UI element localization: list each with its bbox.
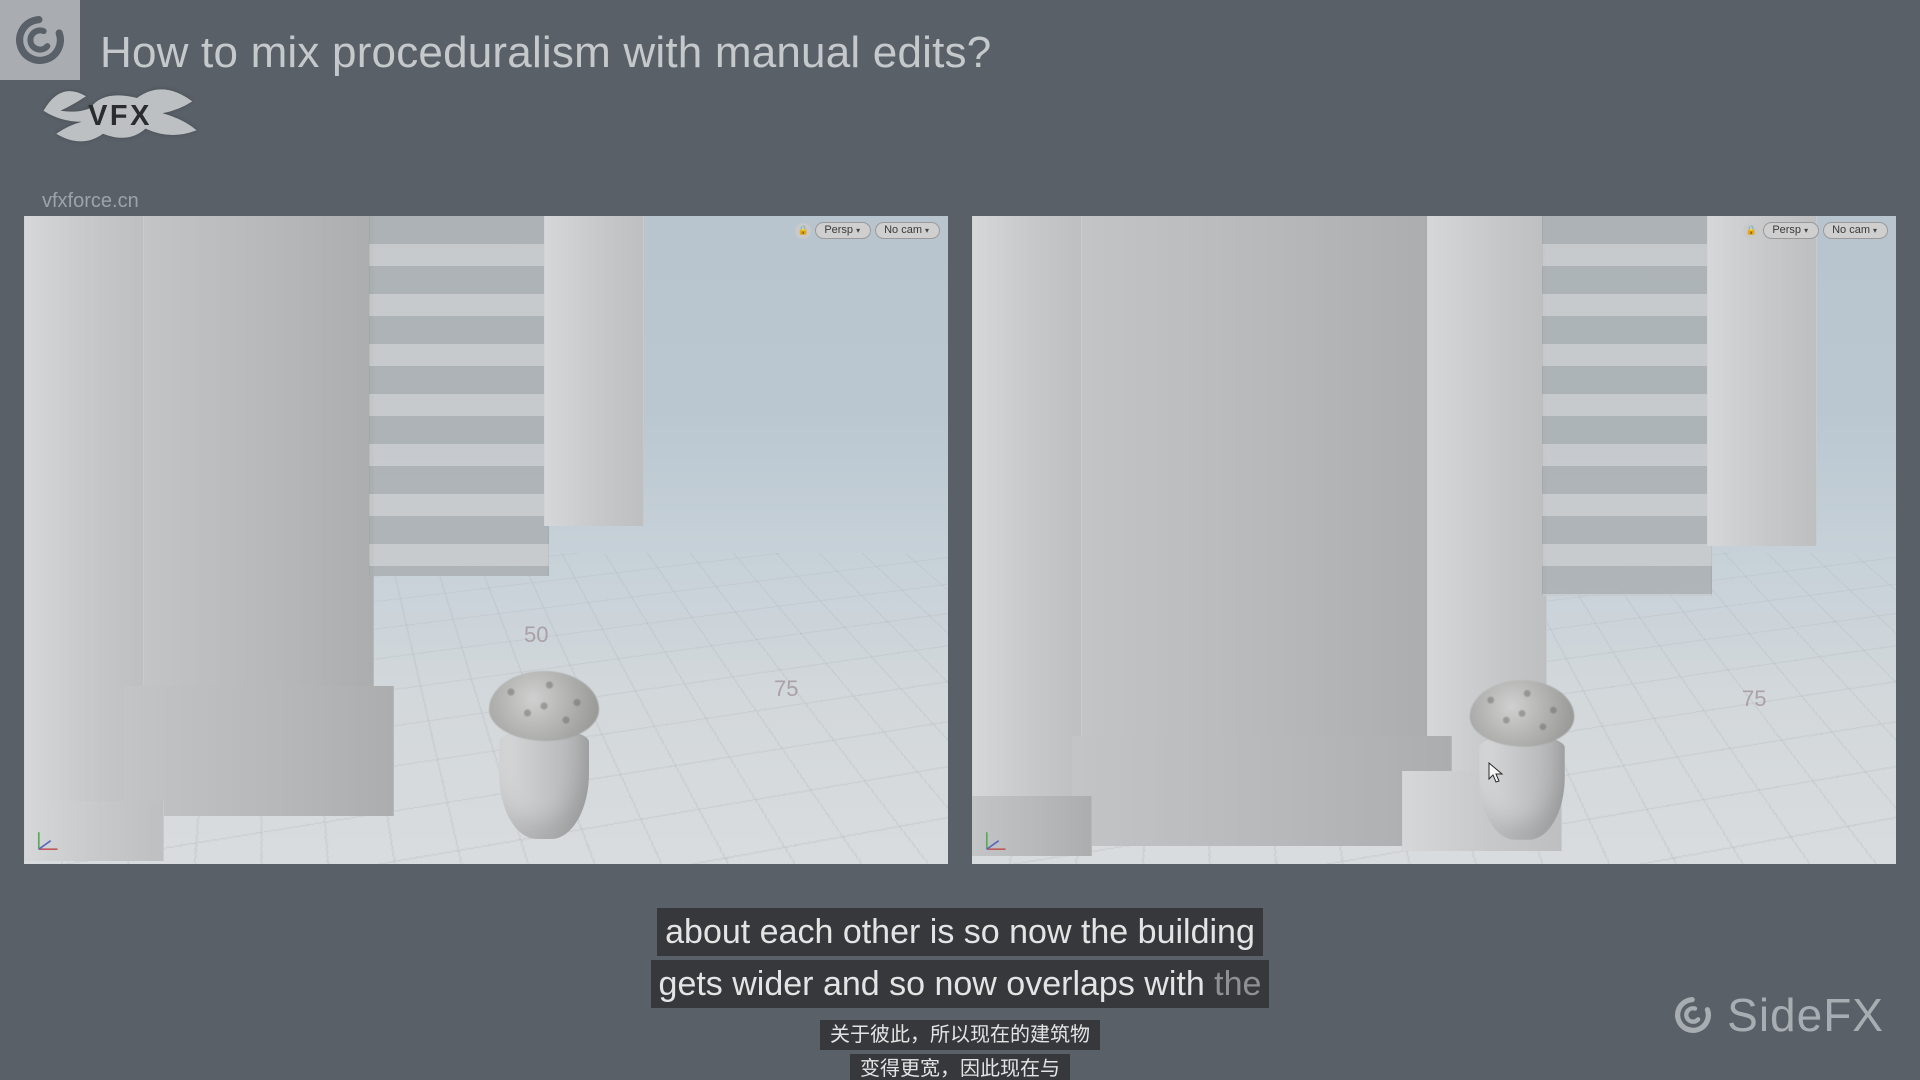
subtitle-line: about each other is so now the building (657, 908, 1263, 956)
foliage-icon (489, 671, 599, 741)
header: How to mix proceduralism with manual edi… (0, 0, 1920, 210)
chevron-down-icon: ▾ (856, 227, 860, 235)
building-windows (369, 216, 549, 576)
planter-pot (1465, 680, 1579, 840)
viewports-row: 🔒 Persp ▾ No cam ▾ 50 75 (24, 216, 1896, 864)
nocam-dropdown[interactable]: No cam ▾ (875, 222, 940, 239)
pot-body (1479, 735, 1565, 840)
grid-label: 75 (774, 676, 798, 702)
site-url: vfxforce.cn (42, 190, 139, 213)
pot-body (499, 729, 589, 839)
chevron-down-icon: ▾ (1873, 227, 1877, 235)
page-title: How to mix proceduralism with manual edi… (100, 28, 991, 78)
houdini-icon (0, 0, 80, 80)
viewport-right[interactable]: 🔒 Persp ▾ No cam ▾ 75 (972, 216, 1896, 864)
subtitle-line: 变得更宽，因此现在与 (850, 1054, 1070, 1080)
nocam-label: No cam (884, 225, 922, 236)
persp-dropdown[interactable]: Persp ▾ (1763, 222, 1819, 239)
svg-text:VFX: VFX (88, 100, 152, 132)
building-column (972, 216, 1082, 856)
building-base (124, 686, 394, 816)
building-windows (1542, 216, 1712, 596)
viewport-right-toolbar: 🔒 Persp ▾ No cam ▾ (1743, 222, 1888, 239)
planter-pot (484, 671, 604, 839)
nocam-dropdown[interactable]: No cam ▾ (1823, 222, 1888, 239)
viewport-left-toolbar: 🔒 Persp ▾ No cam ▾ (795, 222, 940, 239)
subtitle-dim-text: the (1214, 965, 1261, 1003)
vfx-logo: VFX (35, 70, 205, 160)
persp-dropdown[interactable]: Persp ▾ (815, 222, 871, 239)
building-base (1072, 736, 1452, 846)
persp-label: Persp (824, 225, 853, 236)
chevron-down-icon: ▾ (925, 227, 929, 235)
subtitle-english: about each other is so now the building … (0, 908, 1920, 1008)
axis-gizmo-icon (980, 822, 1014, 856)
lock-icon[interactable]: 🔒 (1743, 223, 1759, 239)
grid-label: 75 (1742, 686, 1766, 712)
sidefx-icon (1669, 991, 1717, 1039)
sidefx-watermark: SideFX (1669, 988, 1884, 1042)
subtitle-line: gets wider and so now overlaps with the (651, 960, 1270, 1008)
nocam-label: No cam (1832, 225, 1870, 236)
subtitle-chinese: 关于彼此，所以现在的建筑物 变得更宽，因此现在与 (0, 1020, 1920, 1080)
grid-label: 50 (524, 622, 548, 648)
foliage-icon (1470, 680, 1575, 747)
building-column (1707, 216, 1817, 546)
persp-label: Persp (1772, 225, 1801, 236)
lock-icon[interactable]: 🔒 (795, 223, 811, 239)
chevron-down-icon: ▾ (1804, 227, 1808, 235)
viewport-left[interactable]: 🔒 Persp ▾ No cam ▾ 50 75 (24, 216, 948, 864)
subtitle-text: gets wider and so now overlaps with (659, 965, 1215, 1003)
axis-gizmo-icon (32, 822, 66, 856)
building-facade (1082, 216, 1432, 736)
sidefx-label: SideFX (1727, 988, 1884, 1042)
building-facade (144, 216, 374, 686)
building-column (544, 216, 644, 526)
subtitle-line: 关于彼此，所以现在的建筑物 (820, 1020, 1100, 1050)
